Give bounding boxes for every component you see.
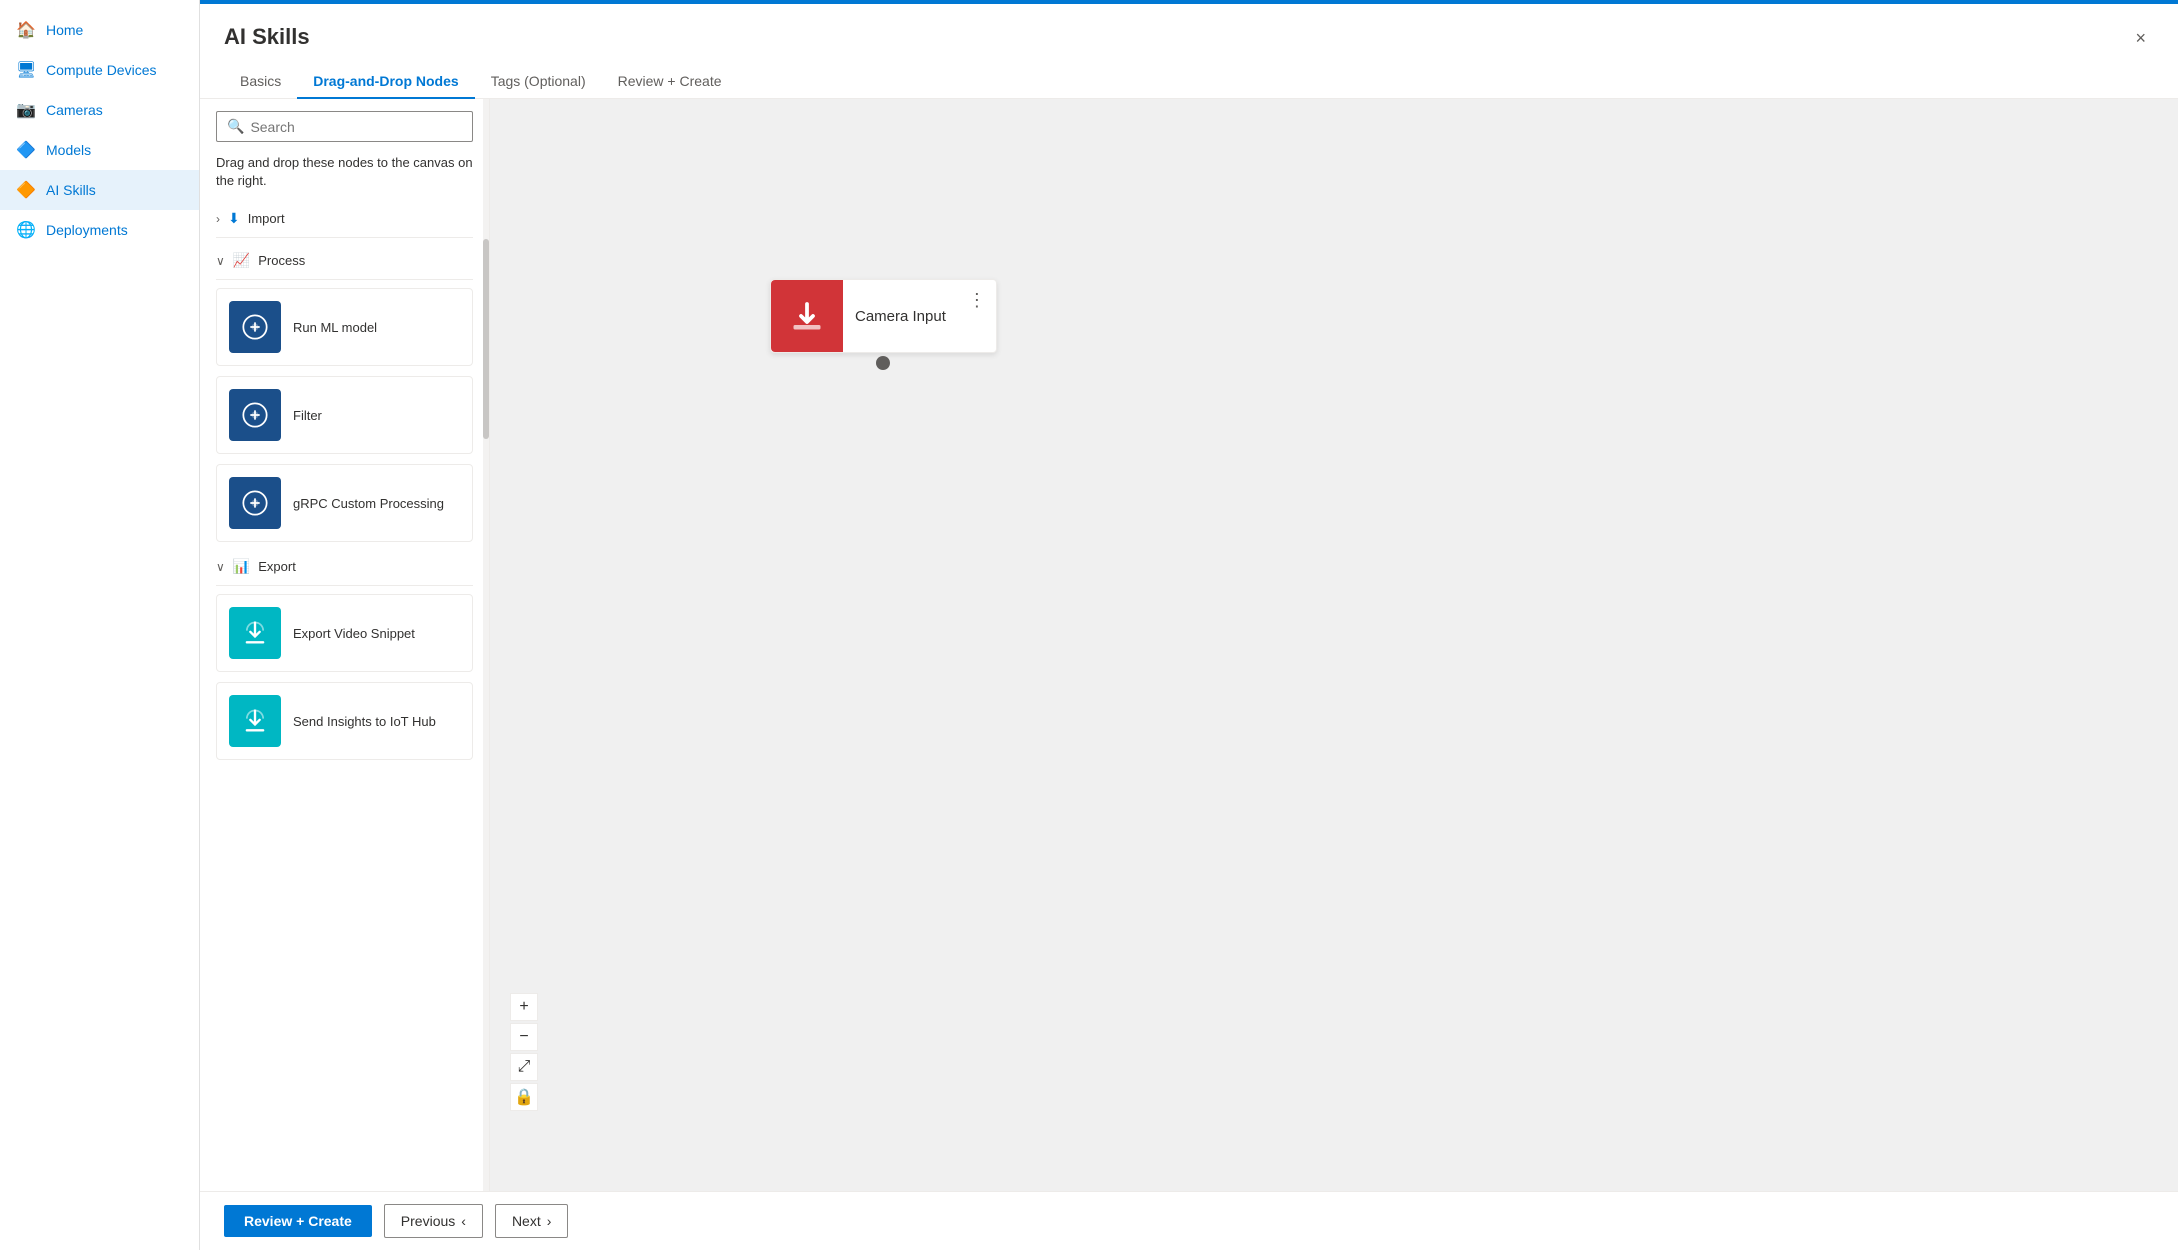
chevron-right-icon: › <box>216 212 220 226</box>
tab-basics[interactable]: Basics <box>224 65 297 99</box>
run-ml-label: Run ML model <box>293 320 377 335</box>
deployments-icon: 🌐 <box>16 220 36 240</box>
previous-icon: ‹ <box>461 1213 466 1229</box>
content-area: 🔍 Drag and drop these nodes to the canva… <box>200 99 2178 1191</box>
main-area: AI Skills × Basics Drag-and-Drop Nodes T… <box>200 0 2178 1250</box>
sidebar-label-models: Models <box>46 142 91 158</box>
tab-review-create[interactable]: Review + Create <box>602 65 738 99</box>
close-button[interactable]: × <box>2127 24 2154 53</box>
page-title: AI Skills <box>224 24 310 50</box>
cameras-icon: 📷 <box>16 100 36 120</box>
import-section-label: Import <box>248 211 285 226</box>
search-box[interactable]: 🔍 <box>216 111 473 142</box>
camera-node-icon <box>771 280 843 352</box>
chevron-down-process-icon: ∨ <box>216 254 225 268</box>
zoom-controls: + − ⤢ 🔒 <box>510 993 538 1111</box>
export-divider <box>216 585 473 586</box>
canvas-area[interactable]: Camera Input ⋮ + − ⤢ 🔒 <box>490 99 2178 1191</box>
review-create-button[interactable]: Review + Create <box>224 1205 372 1237</box>
import-divider <box>216 237 473 238</box>
process-section-label: Process <box>258 253 305 268</box>
panel-inner: 🔍 Drag and drop these nodes to the canva… <box>200 99 489 1191</box>
run-ml-icon <box>229 301 281 353</box>
sidebar-item-models[interactable]: 🔷 Models <box>0 130 199 170</box>
sidebar-label-home: Home <box>46 22 83 38</box>
node-grpc[interactable]: gRPC Custom Processing <box>216 464 473 542</box>
section-export[interactable]: ∨ 📊 Export <box>216 552 473 581</box>
export-video-label: Export Video Snippet <box>293 626 415 641</box>
zoom-fit-button[interactable]: ⤢ <box>510 1053 538 1081</box>
sidebar-label-deployments: Deployments <box>46 222 128 238</box>
chevron-down-export-icon: ∨ <box>216 560 225 574</box>
models-icon: 🔷 <box>16 140 36 160</box>
sidebar-item-home[interactable]: 🏠 Home <box>0 10 199 50</box>
node-run-ml[interactable]: Run ML model <box>216 288 473 366</box>
filter-icon <box>229 389 281 441</box>
process-divider <box>216 279 473 280</box>
home-icon: 🏠 <box>16 20 36 40</box>
tab-bar: Basics Drag-and-Drop Nodes Tags (Optiona… <box>200 53 2178 99</box>
sidebar: 🏠 Home 🖥 Compute Devices 📷 Cameras 🔷 Mod… <box>0 0 200 1250</box>
next-button[interactable]: Next › <box>495 1204 568 1238</box>
export-section-label: Export <box>258 559 296 574</box>
sidebar-label-compute: Compute Devices <box>46 62 157 78</box>
zoom-lock-button[interactable]: 🔒 <box>510 1083 538 1111</box>
process-section-icon: 📈 <box>233 252 250 269</box>
section-process[interactable]: ∨ 📈 Process <box>216 246 473 275</box>
search-icon: 🔍 <box>227 118 244 135</box>
header: AI Skills × <box>200 4 2178 53</box>
zoom-in-button[interactable]: + <box>510 993 538 1021</box>
scrollbar-track <box>483 99 489 1191</box>
node-filter[interactable]: Filter <box>216 376 473 454</box>
canvas-node-menu-button[interactable]: ⋮ <box>958 280 996 319</box>
bottom-bar: Review + Create Previous ‹ Next › <box>200 1191 2178 1250</box>
grpc-icon <box>229 477 281 529</box>
import-section-icon: ⬇ <box>228 210 240 227</box>
sidebar-label-aiskills: AI Skills <box>46 182 96 198</box>
send-insights-label: Send Insights to IoT Hub <box>293 714 436 729</box>
previous-label: Previous <box>401 1213 455 1229</box>
left-panel: 🔍 Drag and drop these nodes to the canva… <box>200 99 490 1191</box>
tab-drag-drop[interactable]: Drag-and-Drop Nodes <box>297 65 474 99</box>
tab-tags[interactable]: Tags (Optional) <box>475 65 602 99</box>
camera-node-label: Camera Input <box>843 308 958 325</box>
panel-description: Drag and drop these nodes to the canvas … <box>216 154 473 190</box>
canvas-node-connector <box>876 356 890 370</box>
aiskills-icon: 🔶 <box>16 180 36 200</box>
node-export-video[interactable]: Export Video Snippet <box>216 594 473 672</box>
scrollbar-thumb[interactable] <box>483 239 489 439</box>
sidebar-item-compute[interactable]: 🖥 Compute Devices <box>0 50 199 90</box>
grpc-label: gRPC Custom Processing <box>293 496 444 511</box>
compute-icon: 🖥 <box>16 60 36 80</box>
send-insights-icon <box>229 695 281 747</box>
sidebar-item-deployments[interactable]: 🌐 Deployments <box>0 210 199 250</box>
sidebar-item-cameras[interactable]: 📷 Cameras <box>0 90 199 130</box>
export-section-icon: 📊 <box>233 558 250 575</box>
export-video-icon <box>229 607 281 659</box>
sidebar-item-aiskills[interactable]: 🔶 AI Skills <box>0 170 199 210</box>
sidebar-label-cameras: Cameras <box>46 102 103 118</box>
previous-button[interactable]: Previous ‹ <box>384 1204 483 1238</box>
filter-label: Filter <box>293 408 322 423</box>
zoom-out-button[interactable]: − <box>510 1023 538 1051</box>
next-icon: › <box>547 1213 552 1229</box>
section-import[interactable]: › ⬇ Import <box>216 204 473 233</box>
canvas-node-camera[interactable]: Camera Input ⋮ <box>770 279 997 353</box>
search-input[interactable] <box>250 119 462 135</box>
next-label: Next <box>512 1213 541 1229</box>
node-send-insights[interactable]: Send Insights to IoT Hub <box>216 682 473 760</box>
